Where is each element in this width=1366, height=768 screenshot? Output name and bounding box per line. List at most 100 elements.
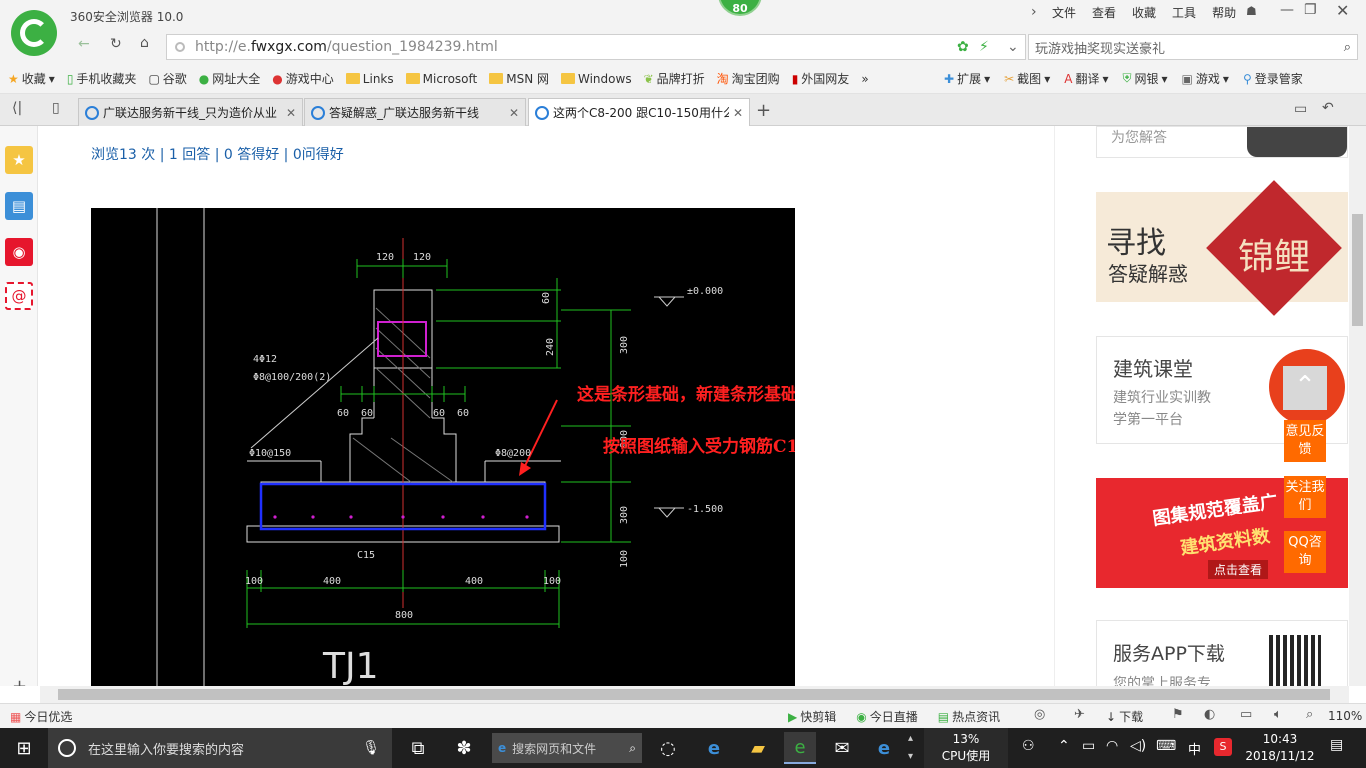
follow-button[interactable]: 关注我们 (1284, 476, 1326, 518)
taskbar-scroll[interactable]: ▴ ▾ (908, 730, 913, 766)
home-icon[interactable]: ⌂ (140, 35, 149, 51)
restore-icon[interactable]: ❐ (1304, 2, 1317, 18)
window-icon[interactable]: ▭ (1240, 707, 1252, 722)
tab-list-icon[interactable]: ▯ (52, 100, 60, 116)
horizontal-scrollbar[interactable] (40, 686, 1349, 703)
ad-atlas-button[interactable]: 点击查看 (1208, 560, 1269, 579)
daily-picks[interactable]: ▦ 今日优选 (10, 708, 72, 725)
taskbar-search-box[interactable]: 在这里输入你要搜索的内容 🎙︎ (48, 728, 392, 768)
skin-icon[interactable]: ☗ (1246, 4, 1257, 18)
ime-indicator[interactable]: 中 (1188, 739, 1201, 758)
status-live[interactable]: ◉ 今日直播 (856, 708, 918, 725)
ad-answer[interactable]: 为您解答 (1096, 126, 1348, 158)
add-icon[interactable]: + (12, 676, 27, 686)
people-icon[interactable]: ⚇ (1022, 738, 1035, 754)
menu-favorites[interactable]: 收藏 (1132, 4, 1156, 21)
web-search-box[interactable]: e 搜索网页和文件 ⌕ (492, 733, 642, 763)
chevron-right-icon[interactable]: › (1031, 4, 1037, 20)
menu-help[interactable]: 帮助 (1212, 4, 1236, 21)
fav-msn[interactable]: MSN 网 (489, 70, 549, 87)
wifi-icon[interactable]: ◠ (1106, 738, 1118, 754)
ad-app[interactable]: 服务APP下载 您的掌上服务专 (1096, 620, 1348, 686)
tab-glodon-home[interactable]: 广联达服务新干线_只为造价从业 ✕ (78, 98, 303, 126)
pinwheel-icon[interactable]: ✽ (448, 732, 480, 764)
ext-bank[interactable]: ⛨ 网银 ▾ (1122, 70, 1167, 87)
flag-icon[interactable]: ⚑ (1172, 707, 1184, 722)
sogou-icon[interactable]: S (1214, 738, 1232, 756)
url-field[interactable]: http://e. fwxgx.com /question_1984239.ht… (166, 34, 1026, 60)
fav-taobao[interactable]: 淘淘宝团购 (717, 70, 780, 87)
zoom-icon[interactable]: ⌕ (1306, 707, 1313, 722)
browser-icon[interactable]: ◐ (1204, 707, 1215, 722)
chrome-like-icon[interactable]: ◌ (652, 732, 684, 764)
ext-screenshot[interactable]: ✂ 截图 ▾ (1004, 70, 1050, 87)
undo-close-icon[interactable]: ↶ (1322, 100, 1334, 116)
status-news[interactable]: ▤ 热点资讯 (938, 708, 1000, 725)
score-badge[interactable]: 80 (718, 0, 762, 16)
ad-koi[interactable]: 寻找 答疑解惑 锦鲤 (1096, 180, 1348, 316)
feedback-button[interactable]: 意见反馈 (1284, 420, 1326, 462)
keyboard-icon[interactable]: ⌨ (1156, 738, 1176, 754)
battery-icon[interactable]: ▭ (1082, 738, 1095, 754)
browser-360-icon[interactable]: e (784, 732, 816, 764)
fav-more[interactable]: » (861, 70, 868, 87)
fav-sites[interactable]: ● 网址大全 (199, 70, 261, 87)
fav-windows[interactable]: Windows (561, 70, 632, 87)
task-view-icon[interactable]: ⧉ (402, 732, 434, 764)
zoom-level[interactable]: 110% (1328, 709, 1362, 723)
vertical-scrollbar[interactable] (1349, 126, 1366, 686)
refresh-icon[interactable]: ↻ (110, 36, 122, 52)
fav-games[interactable]: ● 游戏中心 (272, 70, 334, 87)
fav-brand[interactable]: ❦ 品牌打折 (644, 70, 705, 87)
clean-icon[interactable]: ✈ (1074, 707, 1085, 722)
weibo-icon[interactable]: ◉ (5, 238, 33, 266)
back-icon[interactable]: ← (78, 36, 90, 52)
file-explorer-icon[interactable]: ▰ (742, 732, 774, 764)
windows-start-icon[interactable]: ⊞ (8, 732, 40, 764)
mail-icon[interactable]: @ (5, 282, 33, 310)
ext-translate[interactable]: A 翻译 ▾ (1064, 70, 1108, 87)
ext-games[interactable]: ▣ 游戏 ▾ (1182, 70, 1229, 87)
fav-microsoft[interactable]: Microsoft (405, 70, 477, 87)
back-to-top-button[interactable]: ⌃ (1283, 366, 1327, 410)
mail-task-icon[interactable]: ✉ (826, 732, 858, 764)
speaker-icon[interactable]: ◁) (1130, 738, 1146, 754)
menu-file[interactable]: 文件 (1052, 4, 1076, 21)
speedup-icon[interactable]: ◎ (1034, 707, 1045, 722)
tab-close-icon[interactable]: ✕ (509, 106, 519, 120)
status-quick-edit[interactable]: ▶ 快剪辑 (788, 708, 836, 725)
menu-tools[interactable]: 工具 (1172, 4, 1196, 21)
speed-icon[interactable]: ✿ (957, 39, 969, 55)
favorites-icon[interactable]: ★ (5, 146, 33, 174)
lightning-icon[interactable]: ⚡ (979, 39, 989, 55)
tray-expand-icon[interactable]: ⌃ (1058, 738, 1070, 754)
fav-foreign[interactable]: ▮ 外国网友 (792, 70, 850, 87)
new-tab-icon[interactable]: + (756, 100, 771, 121)
hscroll-thumb[interactable] (58, 689, 1330, 700)
status-download[interactable]: ↓ 下载 (1106, 708, 1143, 725)
ext-extensions[interactable]: ✚ 扩展 ▾ (944, 70, 990, 87)
scrollbar-thumb[interactable] (1352, 214, 1363, 326)
fav-mobile[interactable]: ▯ 手机收藏夹 (67, 70, 137, 87)
fav-links[interactable]: Links (345, 70, 394, 87)
tab-question[interactable]: 这两个C8-200 跟C10-150用什么 ✕ (528, 98, 750, 126)
search-field[interactable]: 玩游戏抽奖现实送豪礼 ⌕ (1028, 34, 1358, 60)
menu-view[interactable]: 查看 (1092, 4, 1116, 21)
fav-favorites[interactable]: ★ 收藏 ▾ (8, 70, 55, 87)
search-icon[interactable]: ⌕ (1344, 40, 1351, 55)
cpu-meter[interactable]: 13% CPU使用 (924, 728, 1008, 768)
tab-close-icon[interactable]: ✕ (286, 106, 296, 120)
tab-close-icon[interactable]: ✕ (733, 106, 743, 120)
ext-login[interactable]: ⚲ 登录管家 (1243, 70, 1303, 87)
news-icon[interactable]: ▤ (5, 192, 33, 220)
volume-icon[interactable]: 🔈︎ (1274, 707, 1282, 722)
dropdown-icon[interactable]: ⌄ (1007, 39, 1019, 55)
edge-icon[interactable]: e (698, 732, 730, 764)
minimize-icon[interactable]: — (1280, 2, 1294, 18)
notification-icon[interactable]: ▤ (1330, 737, 1343, 753)
fav-google[interactable]: ▢ 谷歌 (148, 70, 186, 87)
tab-faq[interactable]: 答疑解惑_广联达服务新干线 ✕ (304, 98, 526, 126)
close-icon[interactable]: ✕ (1336, 1, 1349, 20)
qq-button[interactable]: QQ咨询 (1284, 531, 1326, 573)
clock[interactable]: 10:43 2018/11/12 (1240, 731, 1320, 765)
